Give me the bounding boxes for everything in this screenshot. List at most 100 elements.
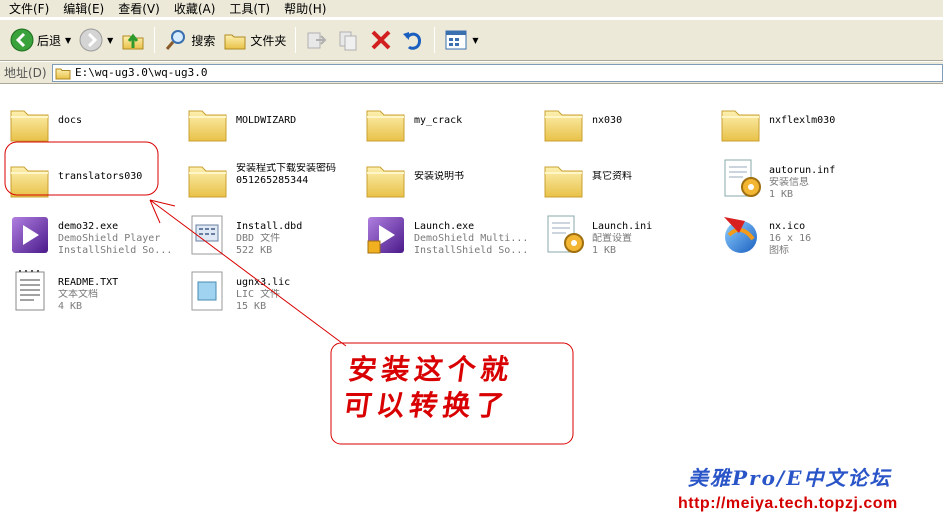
file-text: docs — [58, 115, 186, 127]
file-item[interactable]: 其它资料 — [542, 151, 720, 205]
file-item[interactable]: translators030 — [8, 151, 186, 205]
settings-file-icon — [719, 157, 763, 201]
folder-icon — [364, 157, 408, 201]
file-type: DemoShield Multi... — [414, 233, 529, 244]
move-to-button[interactable] — [301, 25, 333, 55]
menu-bar: 文件(F) 编辑(E) 查看(V) 收藏(A) 工具(T) 帮助(H) — [0, 0, 943, 18]
file-item[interactable]: 安装说明书 — [364, 151, 542, 205]
file-item[interactable]: 安装程式下载安装密码051265285344 — [186, 151, 364, 205]
text-file-icon — [8, 269, 52, 313]
file-type: DemoShield Player — [58, 233, 161, 244]
move-to-icon — [307, 32, 327, 49]
folder-icon — [55, 68, 71, 79]
file-list: docs MOLDWIZARD my_crack nx030 nxflexlm030 tr… — [0, 85, 943, 525]
file-name: ugnx3.lic — [236, 277, 291, 288]
file-name: demo32.exe — [58, 221, 119, 232]
address-label: 地址(D) — [4, 66, 47, 80]
file-text: ugnx3.lic LIC 文件 15 KB — [236, 277, 364, 313]
annotation-text: 安装这个就 可以转换了 — [341, 352, 571, 424]
file-item[interactable]: autorun.inf 安装信息 1 KB — [719, 151, 897, 205]
file-item[interactable]: my_crack — [364, 95, 542, 149]
file-type: DBD 文件 — [236, 233, 281, 244]
folder-icon — [542, 101, 586, 145]
file-item[interactable]: nx.ico 16 x 16 图标 — [719, 207, 897, 261]
file-text: autorun.inf 安装信息 1 KB — [769, 165, 897, 201]
folder-icon — [8, 157, 52, 201]
file-item[interactable]: ugnx3.lic LIC 文件 15 KB — [186, 263, 364, 317]
views-icon — [445, 30, 467, 50]
file-item[interactable]: README.TXT 文本文档 4 KB — [8, 263, 186, 317]
toolbar-separator — [434, 27, 436, 53]
application-icon — [364, 213, 408, 257]
file-text: 安装程式下载安装密码051265285344 — [236, 163, 364, 187]
folder-icon — [542, 157, 586, 201]
menu-tools[interactable]: 工具(T) — [222, 0, 277, 18]
menu-help[interactable]: 帮助(H) — [277, 0, 333, 18]
menu-favorites[interactable]: 收藏(A) — [167, 0, 223, 18]
data-file-icon — [186, 213, 230, 257]
back-label: 后退 — [37, 33, 62, 48]
file-item[interactable]: MOLDWIZARD — [186, 95, 364, 149]
forward-arrow-icon — [79, 28, 103, 52]
file-name: README.TXT — [58, 277, 119, 288]
folder-icon — [719, 101, 763, 145]
file-item[interactable]: nx030 — [542, 95, 720, 149]
file-item[interactable]: Install.dbd DBD 文件 522 KB — [186, 207, 364, 261]
file-item[interactable]: Launch.ini 配置设置 1 KB — [542, 207, 720, 261]
up-button[interactable] — [117, 25, 149, 55]
file-item[interactable]: Launch.exe DemoShield Multi... InstallShie… — [364, 207, 542, 261]
folders-button[interactable]: 文件夹 — [219, 25, 290, 55]
search-button[interactable]: 搜索 — [160, 25, 219, 55]
folder-icon — [186, 101, 230, 145]
menu-file[interactable]: 文件(F) — [2, 0, 56, 18]
back-button[interactable]: 后退 ▼ — [6, 25, 75, 55]
file-text: nx030 — [592, 115, 720, 127]
folders-label: 文件夹 — [250, 33, 287, 48]
file-type: LIC 文件 — [236, 289, 281, 300]
toolbar: 后退 ▼ ▼ 搜索 文件夹 ▼ — [0, 19, 943, 61]
file-name: nx030 — [592, 115, 623, 126]
watermark-forum: 美雅Pro/E中文论坛 — [688, 466, 892, 490]
file-text: translators030 — [58, 171, 186, 183]
file-name: autorun.inf — [769, 165, 836, 176]
copy-to-icon — [339, 31, 357, 51]
back-arrow-icon — [10, 28, 34, 52]
file-name: nx.ico — [769, 221, 806, 232]
views-button[interactable]: ▼ — [440, 25, 482, 55]
forward-dropdown-icon[interactable]: ▼ — [107, 36, 113, 45]
delete-button[interactable] — [365, 25, 397, 55]
file-size: 4 KB — [58, 301, 83, 312]
menu-view[interactable]: 查看(V) — [111, 0, 167, 18]
toolbar-separator — [295, 27, 297, 53]
undo-button[interactable] — [397, 25, 429, 55]
file-item[interactable]: docs — [8, 95, 186, 149]
annotation-line-2: 可以转换了 — [341, 389, 511, 422]
address-bar: 地址(D) E:\wq-ug3.0\wq-ug3.0 — [0, 62, 943, 84]
license-file-icon — [186, 269, 230, 313]
file-text: Launch.ini 配置设置 1 KB — [592, 221, 720, 257]
file-item[interactable]: nxflexlm030 — [719, 95, 897, 149]
file-size: 522 KB — [236, 245, 273, 256]
back-dropdown-icon[interactable]: ▼ — [65, 36, 71, 45]
file-type: 16 x 16 — [769, 233, 812, 244]
copy-to-button[interactable] — [333, 25, 365, 55]
file-name: nxflexlm030 — [769, 115, 836, 126]
file-text: nxflexlm030 — [769, 115, 897, 127]
annotation-line-1: 安装这个就 — [346, 353, 516, 386]
forward-button[interactable]: ▼ — [75, 25, 117, 55]
file-item[interactable]: demo32.exe DemoShield Player InstallShield… — [8, 207, 186, 261]
file-name: 安装程式下载安装密码051265285344 — [236, 163, 336, 186]
menu-edit[interactable]: 编辑(E) — [56, 0, 111, 18]
toolbar-separator — [154, 27, 156, 53]
file-name: translators030 — [58, 171, 143, 182]
address-field[interactable]: E:\wq-ug3.0\wq-ug3.0 — [52, 63, 943, 82]
file-text: MOLDWIZARD — [236, 115, 364, 127]
file-type: 安装信息 — [769, 177, 809, 188]
watermark-url: http://meiya.tech.topzj.com — [678, 495, 898, 512]
file-name: Install.dbd — [236, 221, 303, 232]
file-size: 1 KB — [769, 189, 794, 200]
views-dropdown-icon[interactable]: ▼ — [472, 36, 478, 45]
file-name: 安装说明书 — [414, 171, 464, 182]
file-text: demo32.exe DemoShield Player InstallShield… — [58, 221, 186, 257]
folders-icon — [224, 34, 246, 50]
